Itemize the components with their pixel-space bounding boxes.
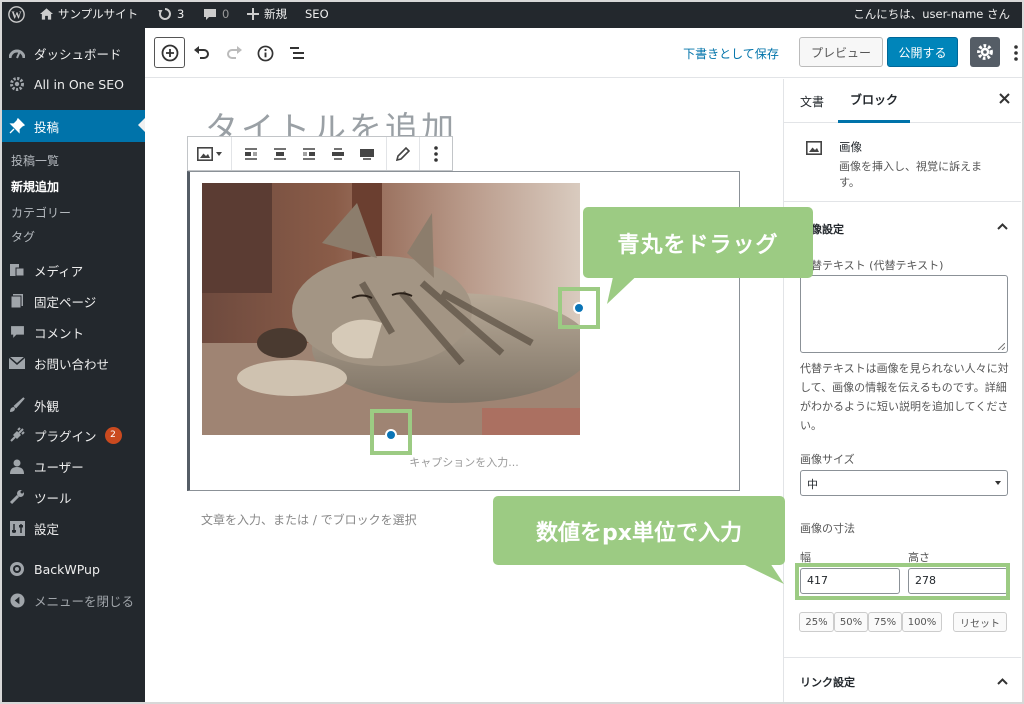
screenshot-border [0, 0, 1024, 704]
